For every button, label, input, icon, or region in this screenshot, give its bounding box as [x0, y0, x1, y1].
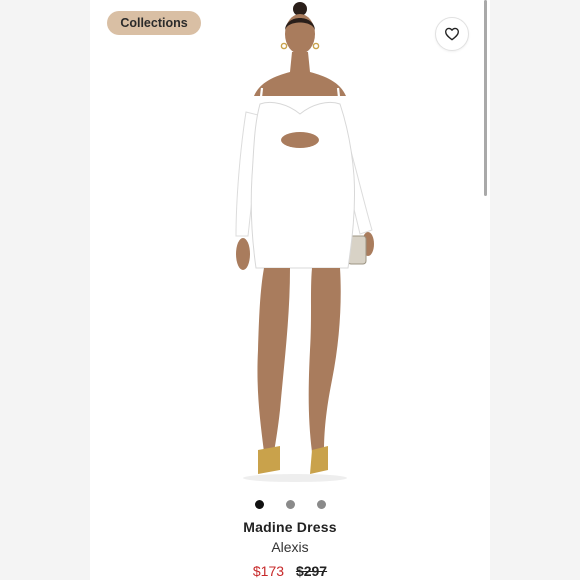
- dress-body: [250, 101, 356, 269]
- collections-badge[interactable]: Collections: [107, 11, 201, 35]
- heart-outline-icon: [445, 27, 459, 41]
- product-brand[interactable]: Alexis: [90, 539, 490, 555]
- collections-badge-label: Collections: [120, 16, 188, 30]
- price-row: $173 $297: [90, 563, 490, 579]
- pagination-dot-active[interactable]: [255, 500, 264, 509]
- model-hand-left: [236, 238, 250, 270]
- model-leg-left: [257, 268, 290, 452]
- right-background: [490, 0, 580, 580]
- image-pagination: [250, 500, 330, 510]
- dress-cutout: [281, 132, 319, 148]
- sale-price: $173: [252, 563, 285, 579]
- floor-shadow: [243, 474, 347, 482]
- product-photo[interactable]: [200, 0, 390, 490]
- product-title: Madine Dress: [243, 519, 337, 535]
- sandal-left: [258, 446, 280, 474]
- pagination-dot[interactable]: [286, 500, 295, 509]
- model-hair-bun: [293, 2, 307, 16]
- model-leg-right: [308, 268, 341, 452]
- scrollbar[interactable]: [484, 0, 487, 196]
- like-button[interactable]: [435, 17, 469, 51]
- pagination-dot[interactable]: [317, 500, 326, 509]
- sandal-right: [310, 446, 328, 474]
- original-price: $297: [295, 563, 328, 579]
- earring-left: [280, 42, 288, 50]
- left-background: [0, 0, 90, 580]
- earring-right: [312, 42, 320, 50]
- model-neck-shoulders: [254, 52, 346, 96]
